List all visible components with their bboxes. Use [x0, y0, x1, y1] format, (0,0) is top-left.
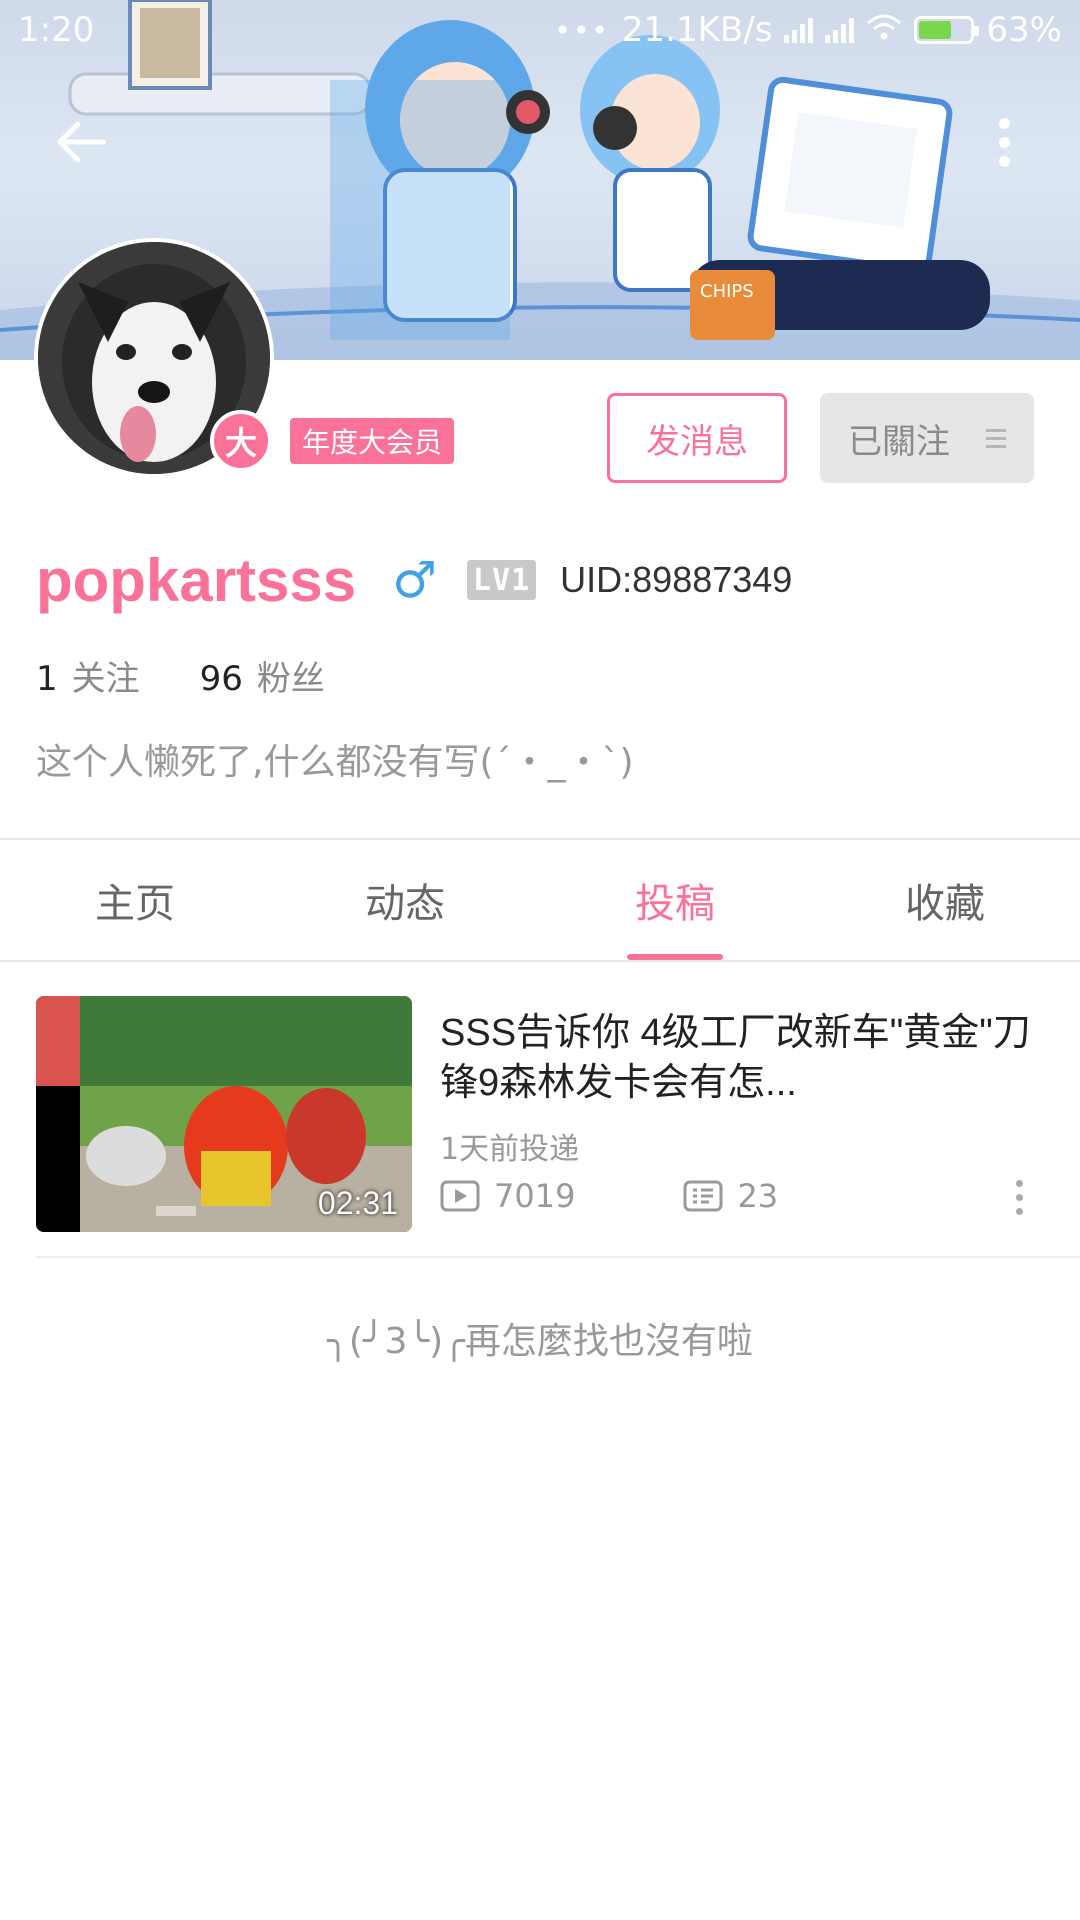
video-meta: 7019 23 — [440, 1174, 778, 1218]
name-row: popkartsss ♂ LV1 UID:89887349 — [36, 540, 792, 620]
comment-count: 23 — [683, 1177, 778, 1215]
video-posted-time: 1天前投递 — [440, 1132, 580, 1167]
status-bar: 1:20 ••• 21.1KB/s 63% — [0, 0, 1080, 60]
bio-text: 这个人懒死了,什么都没有写(´・_・`) — [36, 742, 634, 783]
male-gender-icon: ♂ — [392, 551, 437, 609]
vip-label: 年度大会员 — [290, 418, 455, 464]
battery-icon — [914, 16, 980, 44]
profile-tabs: 主页 动态 投稿 收藏 — [0, 840, 1080, 960]
play-count: 7019 — [440, 1177, 575, 1215]
tab-dynamic[interactable]: 动态 — [270, 840, 540, 960]
danmaku-icon — [683, 1180, 723, 1212]
more-vertical-icon — [1015, 1179, 1023, 1187]
following-count: 1 — [36, 658, 58, 699]
divider — [0, 960, 1080, 962]
comment-count-value: 23 — [737, 1177, 779, 1215]
back-button[interactable] — [50, 112, 110, 172]
video-more-button[interactable] — [1004, 1172, 1034, 1222]
send-message-button[interactable]: 发消息 — [607, 393, 787, 483]
vip-badge: 大 — [210, 410, 272, 472]
play-count-value: 7019 — [494, 1177, 576, 1215]
followers-label: 粉丝 — [256, 658, 325, 699]
menu-icon — [986, 428, 1006, 448]
followers-stat[interactable]: 96 粉丝 — [200, 651, 325, 700]
play-count-icon — [440, 1180, 480, 1212]
signal-icon — [784, 17, 814, 43]
divider — [36, 1256, 1080, 1258]
wifi-icon — [866, 10, 902, 50]
network-speed: 21.1KB/s — [621, 10, 773, 50]
notification-dots: ••• — [554, 13, 610, 47]
battery-percent: 63% — [986, 10, 1062, 50]
tab-home[interactable]: 主页 — [0, 840, 270, 960]
tab-uploads[interactable]: 投稿 — [540, 840, 810, 960]
signal-icon-2 — [825, 17, 855, 43]
video-title: SSS告诉你 4级工厂改新车"黄金"刀锋9森林发卡会有怎... — [440, 1012, 1031, 1104]
uid-label: UID:89887349 — [560, 559, 793, 600]
video-duration: 02:31 — [317, 1185, 398, 1221]
followed-label: 已關注 — [848, 421, 950, 462]
followed-button[interactable]: 已關注 — [820, 393, 1034, 483]
follow-stats: 1 关注 96 粉丝 — [36, 650, 325, 700]
followers-count: 96 — [199, 658, 243, 699]
username: popkartsss — [36, 546, 357, 614]
video-list-item[interactable]: 02:31 SSS告诉你 4级工厂改新车"黄金"刀锋9森林发卡会有怎... 1天… — [36, 996, 1080, 1232]
level-badge: LV1 — [466, 560, 537, 600]
status-time: 1:20 — [18, 10, 95, 50]
following-stat[interactable]: 1 关注 — [36, 651, 140, 700]
end-of-list-note: ╮(╯3╰)╭再怎麼找也沒有啦 — [327, 1321, 753, 1362]
video-thumbnail[interactable]: 02:31 — [36, 996, 412, 1232]
following-label: 关注 — [71, 658, 140, 699]
tab-favorites[interactable]: 收藏 — [810, 840, 1080, 960]
more-options-button[interactable] — [984, 112, 1024, 172]
arrow-left-icon — [57, 121, 106, 163]
more-vertical-icon — [998, 117, 1010, 129]
svg-text:CHIPS: CHIPS — [700, 281, 754, 302]
